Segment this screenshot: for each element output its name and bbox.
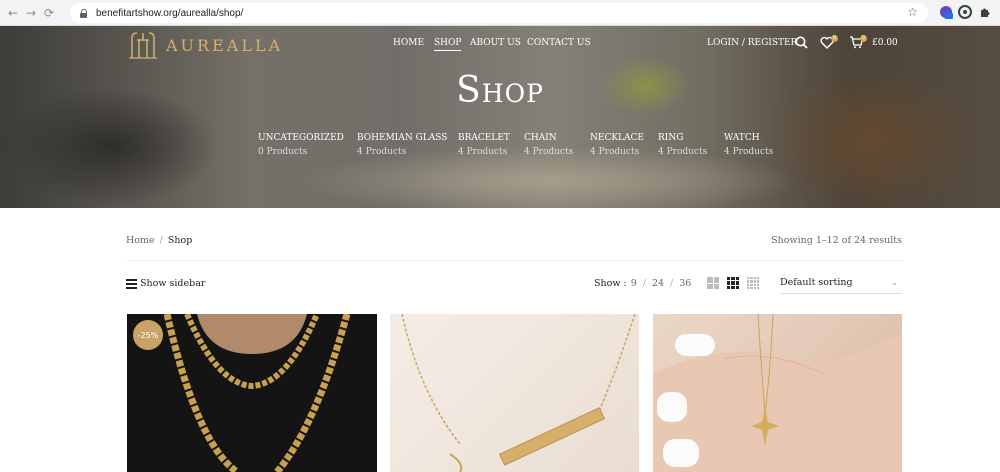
logo-text: AUREALLA (166, 35, 284, 55)
results-count: Showing 1–12 of 24 results (771, 235, 902, 246)
nav-about-us[interactable]: ABOUT US (470, 38, 521, 48)
product-card[interactable] (390, 314, 639, 472)
extension-icon[interactable] (938, 4, 954, 20)
show-sidebar-button[interactable]: Show sidebar (126, 278, 205, 289)
bookmark-star-icon[interactable]: ☆ (907, 5, 918, 19)
wishlist-count-badge: 0 (831, 35, 838, 42)
hero-banner: AUREALLA HOME SHOP ABOUT US CONTACT US L… (0, 26, 1000, 208)
search-icon[interactable] (795, 36, 808, 52)
nav-contact-us[interactable]: CONTACT US (527, 38, 591, 48)
divider (126, 260, 902, 261)
product-image (127, 314, 377, 472)
show-option-24[interactable]: 24 (652, 278, 664, 289)
cart-total[interactable]: £0.00 (872, 38, 898, 48)
show-option-36[interactable]: 36 (679, 278, 691, 289)
product-card[interactable] (653, 314, 902, 472)
product-image (653, 314, 902, 472)
product-card[interactable]: -25% (127, 314, 377, 472)
login-register-link[interactable]: LOGIN / REGISTER (707, 38, 797, 48)
site-logo[interactable]: AUREALLA (126, 30, 283, 60)
breadcrumb-home[interactable]: Home (126, 235, 155, 246)
puzzle-extensions-icon[interactable] (977, 4, 993, 20)
category-uncategorized[interactable]: UNCATEGORIZED 0 Products (258, 133, 344, 157)
category-watch[interactable]: WATCH 4 Products (724, 133, 773, 157)
product-image (401, 314, 636, 472)
back-arrow-icon[interactable]: ← (4, 4, 22, 22)
reload-icon[interactable]: ⟳ (40, 4, 58, 22)
address-bar[interactable]: benefitartshow.org/aurealla/shop/ ☆ (70, 3, 928, 23)
nav-shop[interactable]: SHOP (434, 38, 462, 51)
category-ring[interactable]: RING 4 Products (658, 133, 707, 157)
url-text: benefitartshow.org/aurealla/shop/ (96, 7, 244, 19)
category-necklace[interactable]: NECKLACE 4 Products (590, 133, 644, 157)
category-bohemian-glass[interactable]: BOHEMIAN GLASS 4 Products (357, 133, 447, 157)
hamburger-icon (126, 279, 137, 289)
breadcrumb-current: Shop (167, 235, 193, 246)
lock-icon (80, 8, 88, 18)
category-bracelet[interactable]: BRACELET 4 Products (458, 133, 510, 157)
per-page-selector: Show : 9/ 24/ 36 (594, 278, 692, 289)
sort-label: Default sorting (780, 277, 853, 288)
chevron-down-icon: ⌄ (891, 278, 898, 287)
breadcrumb-separator: / (159, 235, 163, 246)
sort-select[interactable]: Default sorting ⌄ (780, 272, 902, 294)
logo-mark-icon (126, 30, 160, 60)
browser-toolbar: ← → ⟳ benefitartshow.org/aurealla/shop/ … (0, 0, 1000, 26)
grid-3-columns-icon[interactable] (727, 277, 739, 289)
category-chain[interactable]: CHAIN 4 Products (524, 133, 573, 157)
grid-4-columns-icon[interactable] (747, 277, 759, 289)
grid-2-columns-icon[interactable] (707, 277, 719, 289)
cart-count-badge: 0 (860, 35, 867, 42)
show-option-9[interactable]: 9 (631, 278, 637, 289)
show-sidebar-label: Show sidebar (140, 278, 206, 289)
show-label: Show : (594, 278, 627, 289)
discount-badge: -25% (133, 320, 163, 350)
forward-arrow-icon[interactable]: → (22, 4, 40, 22)
breadcrumb: Home / Shop (126, 235, 192, 246)
nav-home[interactable]: HOME (393, 38, 424, 48)
sync-extension-icon[interactable] (957, 4, 973, 20)
page-title: Shop (456, 70, 544, 111)
